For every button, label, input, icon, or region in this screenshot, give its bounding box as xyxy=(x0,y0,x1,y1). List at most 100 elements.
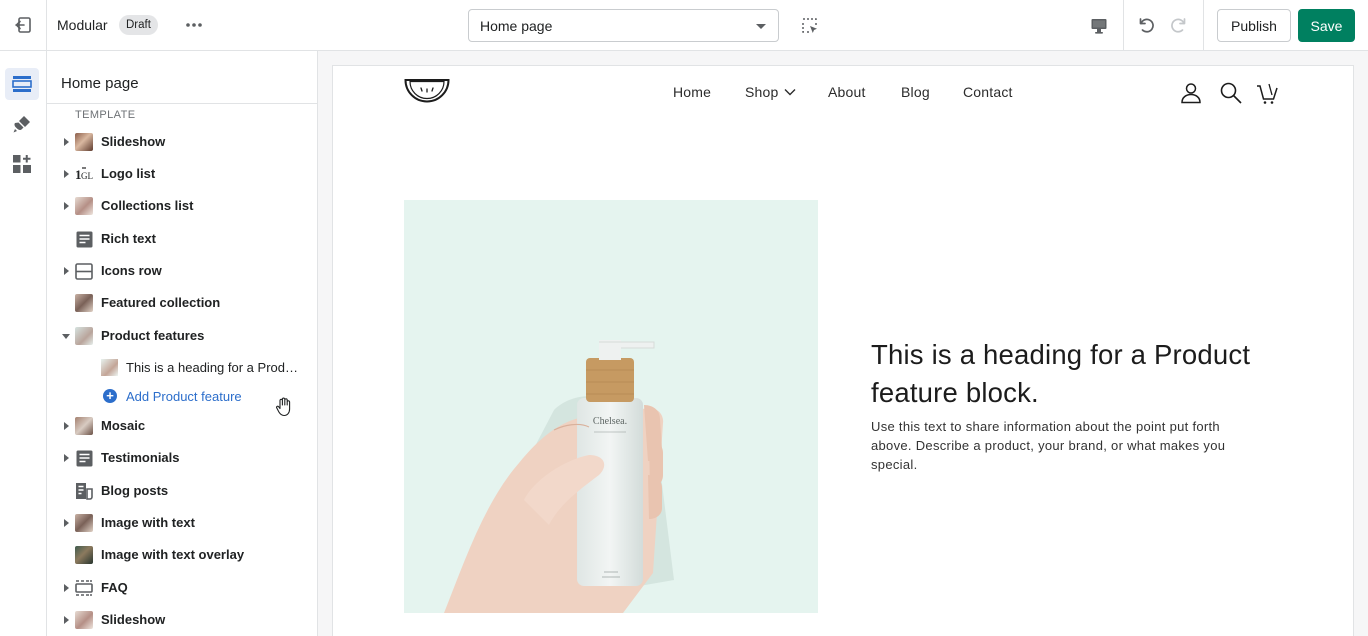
section-item-featured-collection[interactable]: Featured collection xyxy=(47,288,317,318)
section-item-slideshow[interactable]: Slideshow xyxy=(47,127,317,157)
chevron-down-icon xyxy=(756,24,766,29)
collapse-arrow-icon[interactable] xyxy=(62,334,70,339)
sidebar-divider xyxy=(47,103,317,104)
section-thumbnail xyxy=(75,611,93,629)
template-label: TEMPLATE xyxy=(75,109,136,121)
toolbar-divider xyxy=(1203,0,1204,50)
section-item-rich-text[interactable]: Rich text xyxy=(47,224,317,254)
bottle-label: Chelsea. xyxy=(593,416,627,427)
store-logo[interactable] xyxy=(404,77,450,107)
section-label: Icons row xyxy=(101,263,162,278)
more-actions-button[interactable] xyxy=(182,13,206,37)
product-feature-image[interactable]: Chelsea. xyxy=(404,200,818,613)
nav-link-about[interactable]: About xyxy=(828,84,866,100)
undo-button[interactable] xyxy=(1133,12,1159,38)
page-select[interactable]: Home page xyxy=(468,9,779,42)
expand-arrow-icon[interactable] xyxy=(64,170,69,178)
nav-link-contact[interactable]: Contact xyxy=(963,84,1013,100)
search-icon[interactable] xyxy=(1219,81,1243,105)
section-label: FAQ xyxy=(101,580,128,595)
section-label: Image with text xyxy=(101,515,195,530)
section-label: Slideshow xyxy=(101,612,166,627)
section-label: Product features xyxy=(101,328,205,343)
expand-arrow-icon[interactable] xyxy=(64,454,69,462)
section-thumbnail xyxy=(75,417,93,435)
svg-text:GL: GL xyxy=(81,171,93,181)
add-block-label: Add Product feature xyxy=(126,389,242,404)
section-item-logo-list[interactable]: 1 GL Logo list xyxy=(47,159,317,189)
apps-icon xyxy=(13,155,31,173)
publish-button[interactable]: Publish xyxy=(1217,9,1291,42)
section-thumbnail xyxy=(75,294,93,312)
undo-icon xyxy=(1139,18,1154,33)
expand-arrow-icon[interactable] xyxy=(64,267,69,275)
sections-sidebar: Home page TEMPLATE Slideshow 1 GL Logo li… xyxy=(47,51,318,636)
section-label: Slideshow xyxy=(101,134,166,149)
section-label: Rich text xyxy=(101,231,156,246)
exit-icon xyxy=(15,17,31,33)
blog-icon xyxy=(75,482,93,500)
section-thumbnail xyxy=(75,133,93,151)
text-icon xyxy=(75,230,93,248)
feature-text[interactable]: Use this text to share information about… xyxy=(871,417,1261,474)
account-icon[interactable] xyxy=(1179,81,1203,105)
section-item-icons-row[interactable]: Icons row xyxy=(47,256,317,286)
desktop-icon xyxy=(1091,19,1107,34)
desktop-preview-button[interactable] xyxy=(1086,13,1112,39)
exit-button[interactable] xyxy=(0,0,47,50)
nav-link-blog[interactable]: Blog xyxy=(901,84,930,100)
section-item-collections-list[interactable]: Collections list xyxy=(47,191,317,221)
section-item-faq[interactable]: FAQ xyxy=(47,573,317,603)
section-label: Testimonials xyxy=(101,450,180,465)
apps-tab[interactable] xyxy=(5,148,39,180)
section-label: Mosaic xyxy=(101,418,146,433)
redo-icon xyxy=(1171,18,1186,33)
section-label: Collections list xyxy=(101,198,194,213)
hand-holding-bottle-image: Chelsea. xyxy=(444,340,674,613)
expand-arrow-icon[interactable] xyxy=(64,616,69,624)
plus-circle-icon: + xyxy=(103,389,117,403)
section-thumbnail xyxy=(75,546,93,564)
expand-arrow-icon[interactable] xyxy=(64,422,69,430)
section-label: Logo list xyxy=(101,166,156,181)
theme-name: Modular xyxy=(57,17,108,33)
sections-tab[interactable] xyxy=(5,68,39,100)
cart-icon[interactable] xyxy=(1256,81,1280,105)
feature-heading[interactable]: This is a heading for a Product feature … xyxy=(871,336,1301,412)
expand-arrow-icon[interactable] xyxy=(64,519,69,527)
section-item-product-features[interactable]: Product features xyxy=(47,321,317,351)
section-item-testimonials[interactable]: Testimonials xyxy=(47,443,317,473)
redo-button[interactable] xyxy=(1166,12,1192,38)
block-label: This is a heading for a Product feature … xyxy=(126,360,304,375)
inspector-toggle-button[interactable] xyxy=(797,13,823,39)
section-label: Featured collection xyxy=(101,295,221,310)
expand-arrow-icon[interactable] xyxy=(64,584,69,592)
nav-link-shop[interactable]: Shop xyxy=(745,84,779,100)
block-item-product-feature[interactable]: This is a heading for a Product feature … xyxy=(47,353,317,381)
chevron-down-icon xyxy=(784,89,796,96)
nav-link-home[interactable]: Home xyxy=(673,84,711,100)
section-item-blog-posts[interactable]: Blog posts xyxy=(47,476,317,506)
section-label: Blog posts xyxy=(101,483,169,498)
section-item-slideshow-2[interactable]: Slideshow xyxy=(47,605,317,635)
section-label: Image with text overlay xyxy=(101,547,245,562)
theme-settings-icon xyxy=(13,116,30,133)
section-thumbnail xyxy=(75,197,93,215)
logo-list-icon: 1 GL xyxy=(75,165,93,183)
section-item-image-with-text[interactable]: Image with text xyxy=(47,508,317,538)
status-badge: Draft xyxy=(119,15,158,35)
expand-arrow-icon[interactable] xyxy=(64,202,69,210)
theme-settings-tab[interactable] xyxy=(5,108,39,140)
more-horizontal-icon xyxy=(186,23,202,27)
block-thumbnail xyxy=(101,359,118,376)
grab-cursor-icon xyxy=(276,397,291,417)
expand-arrow-icon[interactable] xyxy=(64,138,69,146)
toolbar-divider xyxy=(1123,0,1124,50)
section-item-image-with-text-overlay[interactable]: Image with text overlay xyxy=(47,540,317,570)
store-preview: Home Shop About Blog Contact Chelsea. Th… xyxy=(332,65,1354,636)
top-bar: Modular Draft Home page Publish Save xyxy=(0,0,1368,51)
save-button[interactable]: Save xyxy=(1298,9,1355,42)
columns-icon xyxy=(75,262,93,280)
sections-icon xyxy=(12,76,32,92)
section-thumbnail xyxy=(75,327,93,345)
